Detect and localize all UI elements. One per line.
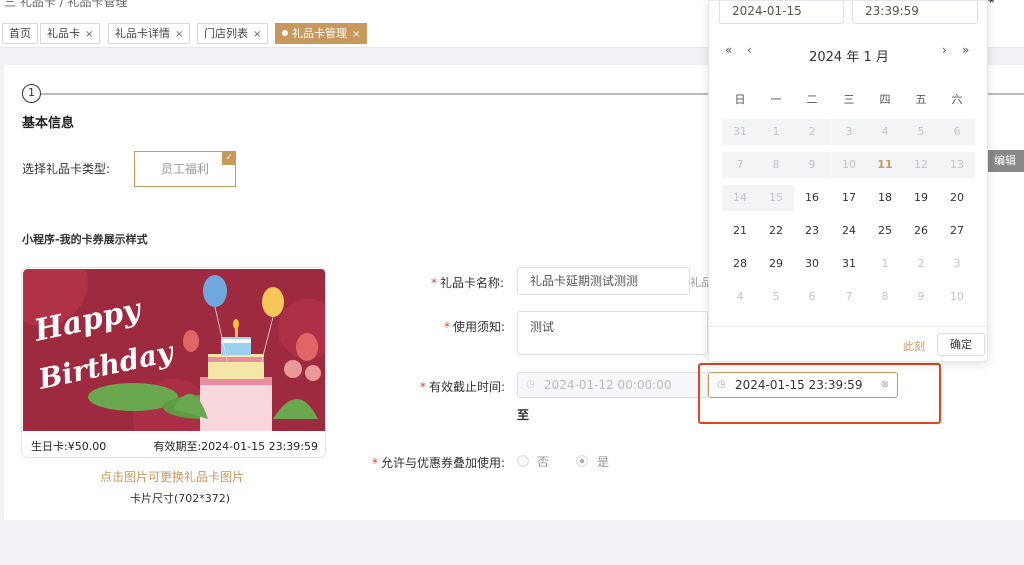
- confirm-button[interactable]: 确定: [937, 333, 985, 356]
- calendar-day[interactable]: 3: [939, 251, 975, 277]
- calendar-day[interactable]: 5: [903, 119, 939, 145]
- calendar-day[interactable]: 18: [867, 185, 903, 211]
- calendar-day[interactable]: 3: [831, 119, 867, 145]
- calendar-day[interactable]: 5: [758, 284, 794, 310]
- check-icon: ✓: [222, 151, 236, 165]
- calendar-day[interactable]: 6: [939, 119, 975, 145]
- now-button[interactable]: 此刻: [903, 338, 925, 354]
- stack-yes-radio[interactable]: [576, 455, 588, 467]
- weekday-header: 三: [843, 93, 855, 106]
- name-label: * 礼品卡名称:: [431, 276, 505, 290]
- calendar-day[interactable]: 27: [939, 218, 975, 244]
- calendar-day[interactable]: 8: [867, 284, 903, 310]
- card-image[interactable]: Happy Birthday: [23, 269, 325, 431]
- calendar-day[interactable]: 17: [831, 185, 867, 211]
- tab-gift-card-manage[interactable]: 礼品卡管理 ×: [275, 23, 368, 44]
- calendar-day[interactable]: 11: [867, 152, 903, 178]
- calendar-day[interactable]: 29: [758, 251, 794, 277]
- calendar-day[interactable]: 2: [794, 119, 830, 145]
- calendar-day[interactable]: 7: [722, 152, 758, 178]
- calendar-day[interactable]: 10: [939, 284, 975, 310]
- weekday-header: 一: [770, 93, 782, 106]
- calendar-day[interactable]: 15: [758, 185, 794, 211]
- step-indicator: 1: [22, 84, 41, 103]
- picker-time-input[interactable]: 23:39:59: [852, 0, 978, 24]
- close-icon[interactable]: ×: [85, 29, 93, 40]
- card-size-hint: 卡片尺寸(702*372): [130, 492, 231, 505]
- calendar-day[interactable]: 6: [794, 284, 830, 310]
- card-type-option[interactable]: 员工福利 ✓: [134, 151, 236, 187]
- breadcrumb: 三 礼品卡 / 礼品卡管理: [4, 0, 128, 9]
- edit-button[interactable]: 编辑: [986, 150, 1024, 172]
- calendar-day[interactable]: 14: [722, 185, 758, 211]
- calendar-day[interactable]: 7: [831, 284, 867, 310]
- stack-yes-label: 是: [597, 455, 610, 469]
- tab-gift-card[interactable]: 礼品卡 ×: [40, 23, 101, 44]
- close-icon[interactable]: ×: [175, 29, 183, 40]
- weekday-header: 五: [915, 93, 927, 106]
- calendar-day[interactable]: 23: [794, 218, 830, 244]
- calendar-day[interactable]: 4: [867, 119, 903, 145]
- calendar-day[interactable]: 16: [794, 185, 830, 211]
- card-price: 生日卡:¥50.00: [31, 440, 107, 453]
- expiry-old-input: ◷ 2024-01-12 00:00:00: [517, 372, 708, 398]
- calendar-day[interactable]: 12: [903, 152, 939, 178]
- clear-icon[interactable]: ⊗: [881, 373, 889, 397]
- section-title: 基本信息: [22, 116, 75, 131]
- close-icon[interactable]: ×: [352, 29, 360, 40]
- gift-card-preview[interactable]: Happy Birthday 生日卡:¥50.00 有效期至:2024-01-1…: [21, 267, 326, 458]
- weekday-header: 四: [879, 93, 891, 106]
- notice-textarea[interactable]: 测试: [517, 311, 708, 355]
- calendar-day[interactable]: 21: [722, 218, 758, 244]
- expiry-to: 至: [517, 408, 530, 422]
- calendar-day[interactable]: 9: [903, 284, 939, 310]
- calendar-day[interactable]: 8: [758, 152, 794, 178]
- calendar-day[interactable]: 25: [867, 218, 903, 244]
- tab-home[interactable]: 首页: [2, 23, 38, 44]
- calendar-day[interactable]: 26: [903, 218, 939, 244]
- calendar-day[interactable]: 22: [758, 218, 794, 244]
- stack-no-label: 否: [537, 455, 550, 469]
- calendar-day[interactable]: 31: [722, 119, 758, 145]
- notice-label: * 使用须知:: [444, 320, 506, 334]
- calendar-day[interactable]: 9: [794, 152, 830, 178]
- name-input[interactable]: 礼品卡延期测试测测: [517, 267, 690, 295]
- weekday-header: 六: [951, 93, 963, 106]
- weekday-header: 二: [806, 93, 818, 106]
- calendar-day[interactable]: 30: [794, 251, 830, 277]
- picker-title: 2024 年 1 月: [809, 50, 889, 65]
- clock-icon: ◷: [717, 379, 726, 390]
- expiry-label: * 有效截止时间:: [420, 380, 506, 394]
- calendar-day[interactable]: 31: [831, 251, 867, 277]
- calendar-day[interactable]: 28: [722, 251, 758, 277]
- expiry-new-input[interactable]: ◷ 2024-01-15 23:39:59 ⊗: [708, 372, 898, 398]
- calendar-day[interactable]: 2: [903, 251, 939, 277]
- active-dot-icon: [282, 30, 288, 36]
- calendar-day[interactable]: 13: [939, 152, 975, 178]
- change-image-link[interactable]: 点击图片可更换礼品卡图片: [100, 468, 244, 485]
- calendar-day[interactable]: 1: [758, 119, 794, 145]
- calendar-day[interactable]: 20: [939, 185, 975, 211]
- stack-label: * 允许与优惠券叠加使用:: [372, 456, 506, 470]
- calendar-day[interactable]: 1: [867, 251, 903, 277]
- stack-no-radio[interactable]: [517, 455, 529, 467]
- calendar-day[interactable]: 19: [903, 185, 939, 211]
- weekday-header: 日: [734, 93, 746, 106]
- close-icon[interactable]: ×: [253, 29, 261, 40]
- clock-icon: ◷: [526, 379, 535, 390]
- mini-program-label: 小程序-我的卡券展示样式: [22, 233, 148, 246]
- picker-date-input[interactable]: 2024-01-15: [719, 0, 844, 24]
- card-expiry: 有效期至:2024-01-15 23:39:59: [153, 440, 318, 453]
- tab-gift-card-detail[interactable]: 礼品卡详情 ×: [108, 23, 191, 44]
- datetime-picker: 2024-01-15 23:39:59 « ‹ › » 2024 年 1 月 日…: [708, 0, 989, 362]
- calendar-day[interactable]: 24: [831, 218, 867, 244]
- birthday-card-art: Happy Birthday: [23, 269, 325, 431]
- calendar-day[interactable]: 10: [831, 152, 867, 178]
- calendar-day[interactable]: 4: [722, 284, 758, 310]
- tab-store-list[interactable]: 门店列表 ×: [197, 23, 269, 44]
- card-type-label: 选择礼品卡类型:: [22, 162, 111, 176]
